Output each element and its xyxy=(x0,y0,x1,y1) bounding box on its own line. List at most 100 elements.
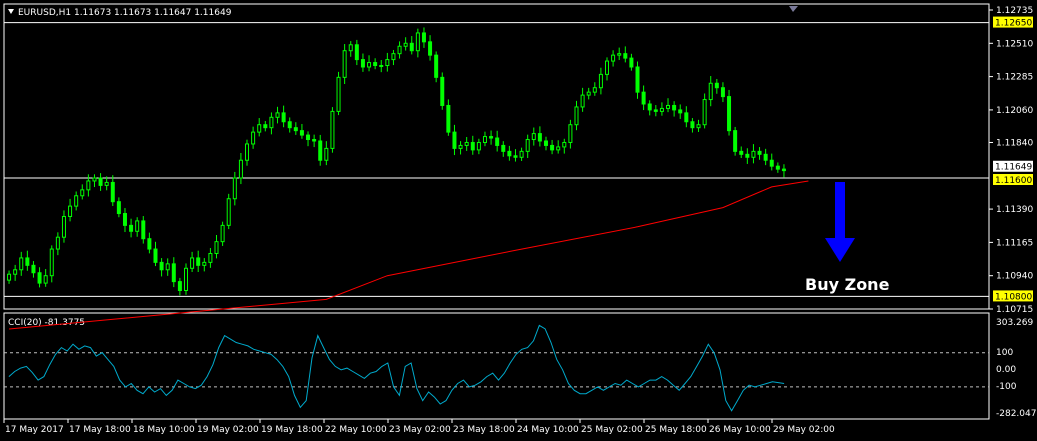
candle-body xyxy=(19,257,24,271)
time-tick-label: 19 May 02:00 xyxy=(197,425,259,435)
candlestick-series xyxy=(7,27,786,296)
price-tick-label: 1.11165 xyxy=(996,238,1033,248)
candle-body xyxy=(367,62,372,68)
candle-body xyxy=(647,103,652,111)
candle-body xyxy=(397,45,402,55)
candle-body xyxy=(421,32,426,43)
candle-body xyxy=(409,42,414,52)
candle-body xyxy=(171,263,176,283)
time-axis: 17 May 2017 17 May 18:00 18 May 10:00 19 Ma… xyxy=(3,419,835,435)
candle-body xyxy=(37,272,42,284)
candle-body xyxy=(440,76,445,106)
candle-body xyxy=(580,94,585,108)
candle-body xyxy=(708,82,713,101)
chart-canvas: EURUSD,H1 1.11673 1.11673 1.11647 1.1164… xyxy=(3,3,1037,435)
candle-body xyxy=(635,66,640,93)
cci-axis: 303.269 100 0.00 -100 -282.0478 xyxy=(996,318,1037,419)
candle-body xyxy=(501,144,506,152)
candle-body xyxy=(43,275,48,284)
candle-body xyxy=(226,198,231,226)
candle-body xyxy=(568,124,573,143)
candle-body xyxy=(672,104,677,111)
candle-body xyxy=(605,60,610,75)
candle-body xyxy=(745,153,750,158)
candle-body xyxy=(80,189,85,197)
cci-dashed-levels xyxy=(4,352,989,388)
candle-body xyxy=(775,165,780,170)
price-axis: 1.12735 1.12510 1.12285 1.12060 1.11840 1.113… xyxy=(989,6,1033,315)
candle-body xyxy=(464,141,469,146)
time-tick-label: 17 May 18:00 xyxy=(69,425,131,435)
cci-tick-label: 0.00 xyxy=(996,365,1016,375)
price-tick-label: 1.10940 xyxy=(996,272,1033,282)
time-tick-label: 17 May 2017 xyxy=(5,425,64,435)
candle-body xyxy=(116,201,121,215)
candle-body xyxy=(733,130,738,152)
price-tick-label: 1.12285 xyxy=(996,73,1033,83)
time-tick-label: 22 May 10:00 xyxy=(325,425,387,435)
symbol-header: EURUSD,H1 1.11673 1.11673 1.11647 1.1164… xyxy=(8,8,232,18)
candle-body xyxy=(415,32,420,52)
candle-body xyxy=(531,133,536,141)
candle-body xyxy=(586,91,591,96)
candle-body xyxy=(183,267,188,291)
candle-body xyxy=(238,159,243,179)
candle-body xyxy=(385,59,390,67)
candle-body xyxy=(299,130,304,136)
candle-body xyxy=(104,181,109,186)
price-tag-label: 1.11600 xyxy=(995,176,1032,186)
candle-body xyxy=(49,248,54,277)
cci-tick-label: -282.0478 xyxy=(996,409,1037,419)
candle-body xyxy=(781,168,786,172)
candle-body xyxy=(537,133,542,142)
candle-body xyxy=(507,150,512,157)
candle-body xyxy=(379,65,384,68)
candle-body xyxy=(659,107,664,112)
time-tick-label: 25 May 18:00 xyxy=(645,425,707,435)
candle-body xyxy=(153,248,158,263)
price-tags: 1.12650 1.11649 1.11600 1.10800 xyxy=(993,16,1033,302)
candle-body xyxy=(702,99,707,126)
time-tick-label: 25 May 02:00 xyxy=(581,425,643,435)
candle-body xyxy=(269,116,274,129)
candle-body xyxy=(446,104,451,133)
candle-body xyxy=(617,53,622,56)
candle-body xyxy=(714,82,719,89)
shift-marker-icon[interactable] xyxy=(789,6,798,12)
price-tag-label: 1.11649 xyxy=(995,163,1032,173)
time-tick-label: 19 May 18:00 xyxy=(261,425,323,435)
candle-body xyxy=(220,224,225,243)
candle-body xyxy=(769,159,774,167)
candle-body xyxy=(666,104,671,109)
candle-body xyxy=(495,137,500,146)
candle-body xyxy=(598,73,603,89)
candle-body xyxy=(434,54,439,78)
time-tick-label: 18 May 10:00 xyxy=(133,425,195,435)
chart-window: EURUSD,H1 1.11673 1.11673 1.11647 1.1164… xyxy=(0,0,1037,441)
candle-body xyxy=(214,241,219,254)
candle-body xyxy=(122,213,127,226)
candle-body xyxy=(92,177,97,182)
candle-body xyxy=(159,261,164,271)
collapse-icon[interactable] xyxy=(8,9,14,14)
candle-body xyxy=(330,110,335,149)
candle-body xyxy=(623,53,628,59)
candle-body xyxy=(61,215,66,238)
candle-body xyxy=(147,238,152,250)
candle-body xyxy=(98,177,103,186)
candle-body xyxy=(727,96,732,132)
arrow-down-icon xyxy=(825,238,855,262)
candle-body xyxy=(342,50,347,78)
candle-body xyxy=(513,155,518,158)
candle-body xyxy=(391,53,396,61)
candle-body xyxy=(165,263,170,271)
candle-body xyxy=(678,109,683,114)
candle-body xyxy=(373,62,378,67)
candle-body xyxy=(525,139,530,152)
candle-body xyxy=(110,181,115,203)
price-tick-label: 1.10715 xyxy=(996,305,1033,315)
candle-body xyxy=(452,131,457,149)
candle-body xyxy=(275,112,280,118)
time-tick-label: 29 May 02:00 xyxy=(773,425,835,435)
price-tag-label: 1.12650 xyxy=(995,19,1032,29)
